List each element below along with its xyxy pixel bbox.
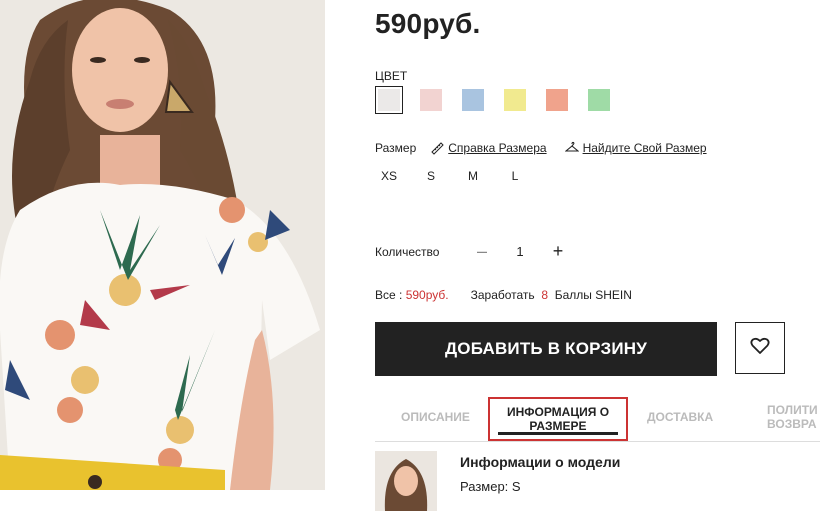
- color-swatch-pink[interactable]: [420, 89, 442, 111]
- total-line: Все : 590руб. Заработать 8 Баллы SHEIN: [375, 288, 632, 302]
- tab-size-info[interactable]: ИНФОРМАЦИЯ О РАЗМЕРЕ: [488, 397, 628, 441]
- size-options: XS S M L: [375, 169, 543, 183]
- total-prefix: Все :: [375, 288, 403, 302]
- tab-policy-line2: ВОЗВРА: [767, 417, 817, 431]
- size-option-s[interactable]: S: [417, 169, 445, 183]
- info-tabs: ОПИСАНИЕ ИНФОРМАЦИЯ О РАЗМЕРЕ ДОСТАВКА П…: [375, 395, 820, 442]
- color-swatch-yellow[interactable]: [504, 89, 526, 111]
- quantity-label: Количество: [375, 244, 440, 259]
- find-size-link[interactable]: Найдите Свой Размер: [564, 141, 707, 155]
- color-swatch-green[interactable]: [588, 89, 610, 111]
- quantity-value[interactable]: 1: [493, 244, 547, 259]
- tab-return-policy[interactable]: ПОЛИТИ ВОЗВРА: [767, 403, 818, 431]
- tab-policy-line1: ПОЛИТИ: [767, 403, 818, 417]
- points-label: Баллы SHEIN: [554, 288, 632, 302]
- active-tab-underline: [498, 432, 618, 435]
- size-option-m[interactable]: M: [459, 169, 487, 183]
- color-swatch-blue[interactable]: [462, 89, 484, 111]
- total-amount: 590руб.: [405, 288, 449, 302]
- quantity-stepper: Количество – 1 +: [375, 241, 569, 262]
- ruler-icon: [430, 141, 444, 155]
- product-photo-illustration: [0, 0, 325, 490]
- color-label: ЦВЕТ: [375, 69, 408, 83]
- quantity-minus-button[interactable]: –: [471, 241, 493, 262]
- earn-label: Заработать: [470, 288, 535, 302]
- product-details: 590руб. ЦВЕТ Размер Справка Размера Найд…: [375, 0, 820, 511]
- heart-icon: [750, 337, 770, 360]
- wishlist-button[interactable]: [735, 322, 785, 374]
- tab-description[interactable]: ОПИСАНИЕ: [401, 410, 470, 424]
- size-option-xs[interactable]: XS: [375, 169, 403, 183]
- hanger-icon: [564, 141, 580, 155]
- model-size: Размер: S: [460, 479, 521, 494]
- product-photo: [0, 0, 325, 490]
- tab-size-info-line1: ИНФОРМАЦИЯ О: [506, 405, 610, 419]
- size-label: Размер: [375, 141, 417, 155]
- tab-delivery[interactable]: ДОСТАВКА: [647, 410, 713, 424]
- model-thumbnail: [375, 451, 437, 511]
- size-option-l[interactable]: L: [501, 169, 529, 183]
- size-guide-link[interactable]: Справка Размера: [430, 141, 547, 155]
- model-info-title: Информации о модели: [460, 454, 621, 470]
- size-row: Размер Справка Размера Найдите Свой Разм…: [375, 141, 725, 155]
- color-swatch-white[interactable]: [375, 86, 403, 114]
- add-to-cart-button[interactable]: ДОБАВИТЬ В КОРЗИНУ: [375, 322, 717, 376]
- tab-size-info-line2: РАЗМЕРЕ: [529, 419, 587, 433]
- product-price: 590руб.: [375, 8, 481, 39]
- color-swatches: [375, 86, 630, 114]
- color-swatch-coral[interactable]: [546, 89, 568, 111]
- find-size-label: Найдите Свой Размер: [582, 141, 707, 155]
- points-value: 8: [541, 288, 549, 302]
- quantity-plus-button[interactable]: +: [547, 241, 569, 262]
- size-guide-label: Справка Размера: [448, 141, 547, 155]
